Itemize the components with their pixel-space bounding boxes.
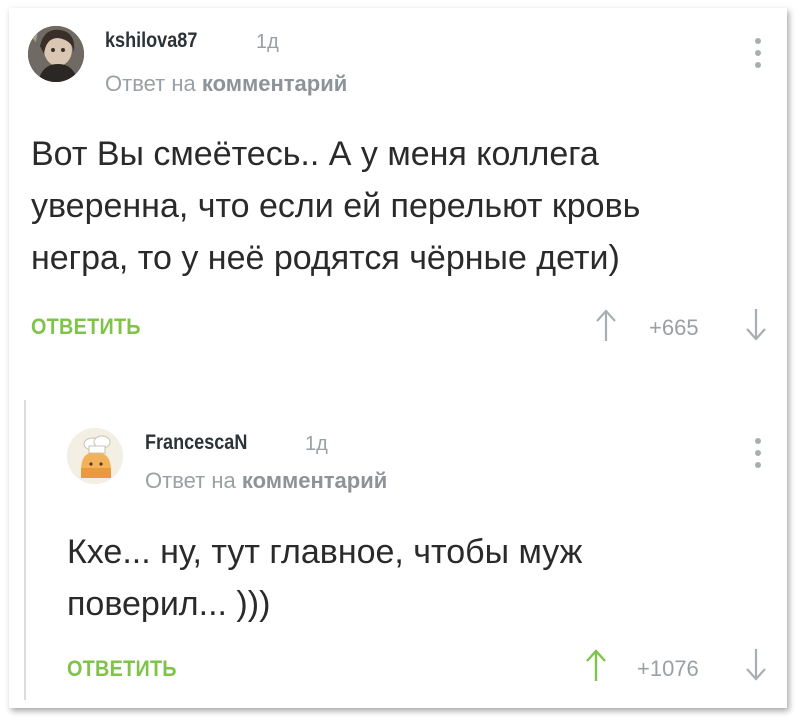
comment-body: Кхе... ну, тут главное, чтобы муж повери… xyxy=(67,526,582,630)
arrow-down-icon[interactable] xyxy=(745,648,767,682)
comment-body: Вот Вы смеётесь.. А у меня коллега увере… xyxy=(31,128,640,284)
reply-to-link[interactable]: комментарий xyxy=(202,71,347,96)
reply-to-link[interactable]: комментарий xyxy=(242,468,387,493)
reply-button[interactable]: ОТВЕТИТЬ xyxy=(67,656,177,682)
rating-value: +665 xyxy=(649,315,699,340)
reply-to-line: Ответ на комментарий xyxy=(105,71,347,97)
comment-text-line: Кхе... ну, тут главное, чтобы муж xyxy=(67,533,583,571)
comments-panel: kshilova87 1д Ответ на комментарий Вот В… xyxy=(9,8,787,708)
comment-author[interactable]: kshilova87 xyxy=(105,29,197,53)
more-vertical-icon[interactable] xyxy=(754,438,762,468)
thread-line xyxy=(24,400,26,700)
comment-time: 1д xyxy=(305,433,328,455)
comment-time: 1д xyxy=(256,31,279,53)
reply-button[interactable]: ОТВЕТИТЬ xyxy=(31,314,141,340)
reply-to-prefix: Ответ на xyxy=(105,71,196,96)
comment-author[interactable]: FrancescaN xyxy=(145,431,247,455)
rating-value: +1076 xyxy=(637,656,699,681)
arrow-down-icon[interactable] xyxy=(745,308,767,342)
comment-text-line: уверенна, что если ей перельют кровь xyxy=(31,187,641,225)
comment-text-line: поверил... ))) xyxy=(67,585,271,623)
avatar-francescan[interactable] xyxy=(67,428,123,484)
reply-to-prefix: Ответ на xyxy=(145,468,236,493)
reply-to-line: Ответ на комментарий xyxy=(145,468,387,494)
more-vertical-icon[interactable] xyxy=(754,38,762,68)
avatar-kshilova87[interactable] xyxy=(28,26,84,82)
comment-text-line: Вот Вы смеётесь.. А у меня коллега xyxy=(31,135,599,173)
arrow-up-icon[interactable] xyxy=(595,308,617,342)
comment-text-line: негра, то у неё родятся чёрные дети) xyxy=(31,239,620,277)
arrow-up-icon[interactable] xyxy=(585,648,607,682)
